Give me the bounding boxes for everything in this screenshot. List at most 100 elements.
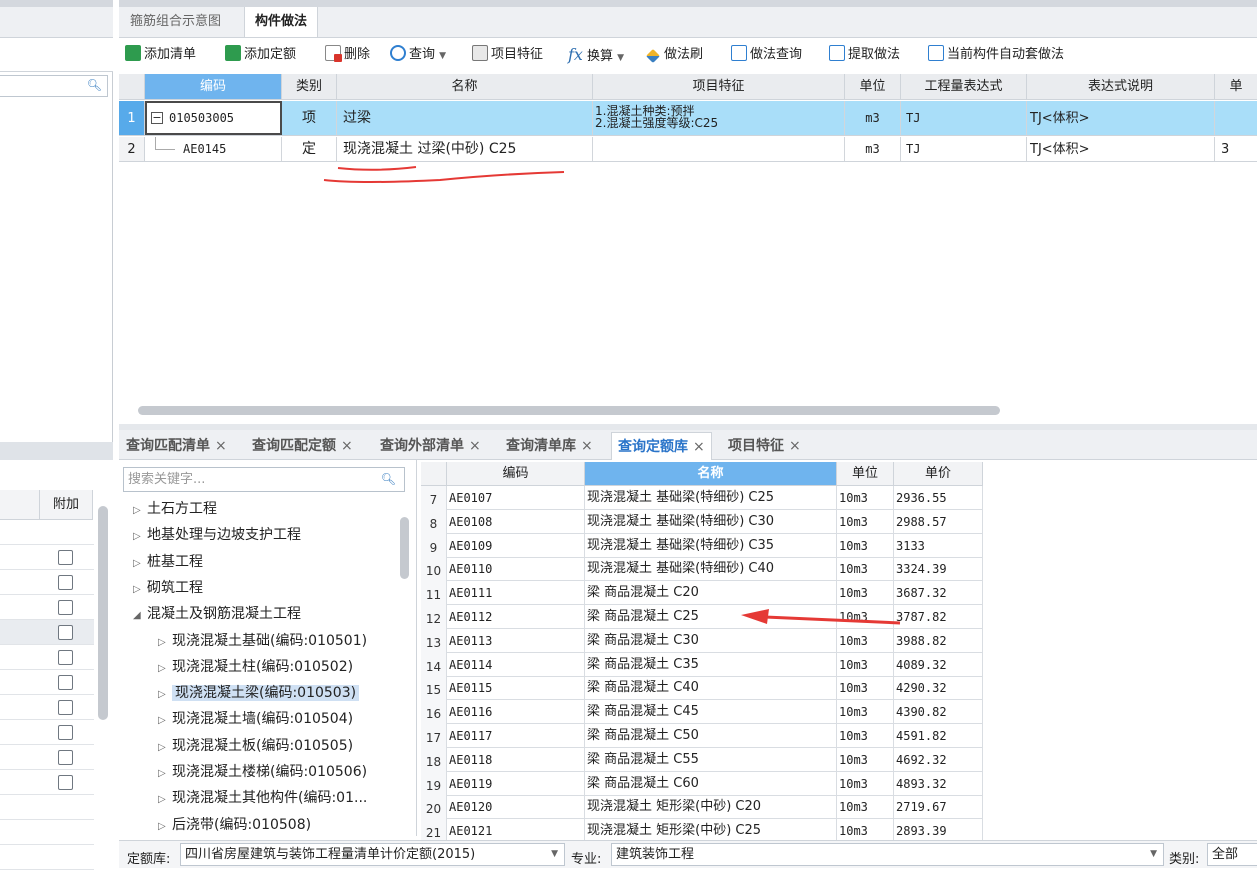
table-row[interactable]: 18 AE0118 梁 商品混凝土 C55 10m3 4692.32	[421, 747, 983, 772]
code-cell[interactable]: AE0145	[145, 137, 282, 161]
tab-external-list[interactable]: 查询外部清单 ×	[374, 432, 487, 460]
quota-price-cell[interactable]: 4692.32	[894, 747, 983, 772]
left-row[interactable]	[0, 520, 94, 545]
tree-node[interactable]: ▷ 现浇混凝土柱(编码:010502)	[158, 655, 353, 679]
left-row[interactable]	[0, 795, 94, 820]
left-scrollbar[interactable]	[98, 506, 108, 720]
quota-name-cell[interactable]: 现浇混凝土 基础梁(特细砂) C30	[585, 509, 837, 534]
checkbox[interactable]	[58, 700, 73, 715]
table-row[interactable]: 9 AE0109 现浇混凝土 基础梁(特细砂) C35 10m3 3133	[421, 533, 983, 558]
close-icon[interactable]: ×	[215, 438, 227, 454]
quota-name-cell[interactable]: 梁 商品混凝土 C20	[585, 581, 837, 606]
quota-unit-cell[interactable]: 10m3	[837, 747, 894, 772]
expanded-arrow-icon[interactable]: ◢	[133, 604, 147, 628]
unit-price-cell[interactable]	[1215, 101, 1257, 135]
collapsed-arrow-icon[interactable]: ▷	[133, 525, 147, 549]
method-brush-button[interactable]: 做法刷	[645, 44, 703, 66]
name-cell[interactable]: 现浇混凝土 过梁(中砂) C25	[337, 137, 593, 161]
left-row[interactable]	[0, 820, 94, 845]
major-select[interactable]: 建筑装饰工程 ▼	[611, 843, 1164, 866]
chevron-down-icon[interactable]: ▼	[1150, 844, 1157, 865]
quota-price-cell[interactable]: 2936.55	[894, 486, 983, 510]
type-cell[interactable]: 定	[282, 137, 337, 161]
unit-cell[interactable]: m3	[845, 101, 901, 135]
expression-cell[interactable]: TJ	[901, 137, 1027, 161]
quota-name-cell[interactable]: 梁 商品混凝土 C55	[585, 747, 837, 772]
left-row[interactable]	[0, 770, 94, 795]
type-cell[interactable]: 项	[282, 101, 337, 135]
tree-node[interactable]: ▷ 现浇混凝土基础(编码:010501)	[158, 629, 367, 653]
collapse-icon[interactable]: −	[151, 112, 163, 124]
left-row[interactable]	[0, 545, 94, 570]
quota-name-cell[interactable]: 现浇混凝土 基础梁(特细砂) C35	[585, 533, 837, 558]
checkbox[interactable]	[58, 550, 73, 565]
quota-lib-select[interactable]: 四川省房屋建筑与装饰工程量清单计价定额(2015) ▼	[180, 843, 565, 866]
checkbox[interactable]	[58, 650, 73, 665]
category-select[interactable]: 全部	[1207, 843, 1257, 866]
delete-button[interactable]: 删除	[325, 44, 370, 66]
tab-match-list[interactable]: 查询匹配清单 ×	[120, 432, 233, 460]
tree-node[interactable]: ◢ 混凝土及钢筋混凝土工程	[133, 602, 301, 626]
table-row[interactable]: 15 AE0115 梁 商品混凝土 C40 10m3 4290.32	[421, 676, 983, 701]
auto-apply-button[interactable]: 当前构件自动套做法	[928, 44, 1064, 66]
quota-unit-cell[interactable]: 10m3	[837, 581, 894, 606]
quota-price-cell[interactable]: 4390.82	[894, 700, 983, 725]
tree-scrollbar[interactable]	[400, 517, 409, 579]
left-row[interactable]	[0, 595, 94, 620]
quota-price-cell[interactable]: 4591.82	[894, 724, 983, 748]
collapsed-arrow-icon[interactable]: ▷	[133, 578, 147, 602]
table-row[interactable]: 16 AE0116 梁 商品混凝土 C45 10m3 4390.82	[421, 700, 983, 725]
quota-name-cell[interactable]: 梁 商品混凝土 C60	[585, 771, 837, 796]
quota-name-cell[interactable]: 梁 商品混凝土 C35	[585, 652, 837, 677]
left-row[interactable]	[0, 645, 94, 670]
table-row[interactable]: 1 − 010503005 项 过梁 1.混凝土种类:预拌 2.混凝土强度等级:…	[119, 101, 1257, 136]
grid-header-name[interactable]: 名称	[337, 74, 593, 100]
chevron-down-icon[interactable]: ▼	[551, 844, 558, 865]
grid-header-expression[interactable]: 工程量表达式	[901, 74, 1027, 100]
table-row[interactable]: 10 AE0110 现浇混凝土 基础梁(特细砂) C40 10m3 3324.39	[421, 557, 983, 582]
features-cell[interactable]	[593, 137, 845, 161]
item-features-button[interactable]: 项目特征	[472, 44, 543, 66]
chevron-down-icon[interactable]: ▼	[617, 53, 624, 63]
tab-item-features[interactable]: 项目特征 ×	[722, 432, 807, 460]
collapsed-arrow-icon[interactable]: ▷	[158, 683, 172, 707]
quota-unit-cell[interactable]: 10m3	[837, 771, 894, 796]
quota-name-cell[interactable]: 现浇混凝土 基础梁(特细砂) C40	[585, 557, 837, 582]
quota-header-name[interactable]: 名称	[585, 462, 837, 486]
quota-price-cell[interactable]: 3787.82	[894, 605, 983, 629]
quota-code-cell[interactable]: AE0118	[447, 747, 585, 772]
quota-code-cell[interactable]: AE0111	[447, 581, 585, 606]
collapsed-arrow-icon[interactable]: ▷	[158, 657, 172, 681]
tree-node[interactable]: ▷ 桩基工程	[133, 550, 203, 574]
quota-code-cell[interactable]: AE0116	[447, 700, 585, 725]
quota-price-cell[interactable]: 3687.32	[894, 581, 983, 606]
quota-unit-cell[interactable]: 10m3	[837, 700, 894, 725]
left-splitter[interactable]	[0, 442, 113, 460]
quota-code-cell[interactable]: AE0117	[447, 724, 585, 748]
collapsed-arrow-icon[interactable]: ▷	[133, 499, 147, 523]
quota-name-cell[interactable]: 梁 商品混凝土 C45	[585, 700, 837, 725]
table-row[interactable]: 20 AE0120 现浇混凝土 矩形梁(中砂) C20 10m3 2719.67	[421, 795, 983, 820]
grid-header-type[interactable]: 类别	[282, 74, 337, 100]
close-icon[interactable]: ×	[469, 438, 481, 454]
table-row[interactable]: 19 AE0119 梁 商品混凝土 C60 10m3 4893.32	[421, 771, 983, 796]
tree-node[interactable]: ▷ 砌筑工程	[133, 576, 203, 600]
close-icon[interactable]: ×	[341, 438, 353, 454]
quota-unit-cell[interactable]: 10m3	[837, 724, 894, 748]
quota-price-cell[interactable]: 3988.82	[894, 628, 983, 653]
close-icon[interactable]: ×	[693, 439, 705, 455]
quota-name-cell[interactable]: 梁 商品混凝土 C40	[585, 676, 837, 701]
quota-unit-cell[interactable]: 10m3	[837, 509, 894, 534]
checkbox[interactable]	[58, 600, 73, 615]
search-icon[interactable]: 🔍︎	[381, 468, 396, 491]
unit-price-cell[interactable]: 3	[1215, 137, 1257, 161]
table-row[interactable]: 17 AE0117 梁 商品混凝土 C50 10m3 4591.82	[421, 724, 983, 748]
tab-match-quota[interactable]: 查询匹配定额 ×	[246, 432, 359, 460]
table-row[interactable]: 2 AE0145 定 现浇混凝土 过梁(中砂) C25 m3 TJ TJ<体积>…	[119, 137, 1257, 162]
grid-header-unit-price[interactable]: 单	[1215, 74, 1257, 100]
quota-code-cell[interactable]: AE0114	[447, 652, 585, 677]
grid-header-features[interactable]: 项目特征	[593, 74, 845, 100]
quota-name-cell[interactable]: 现浇混凝土 基础梁(特细砂) C25	[585, 486, 837, 510]
left-row[interactable]	[0, 670, 94, 695]
table-row[interactable]: 7 AE0107 现浇混凝土 基础梁(特细砂) C25 10m3 2936.55	[421, 486, 983, 510]
